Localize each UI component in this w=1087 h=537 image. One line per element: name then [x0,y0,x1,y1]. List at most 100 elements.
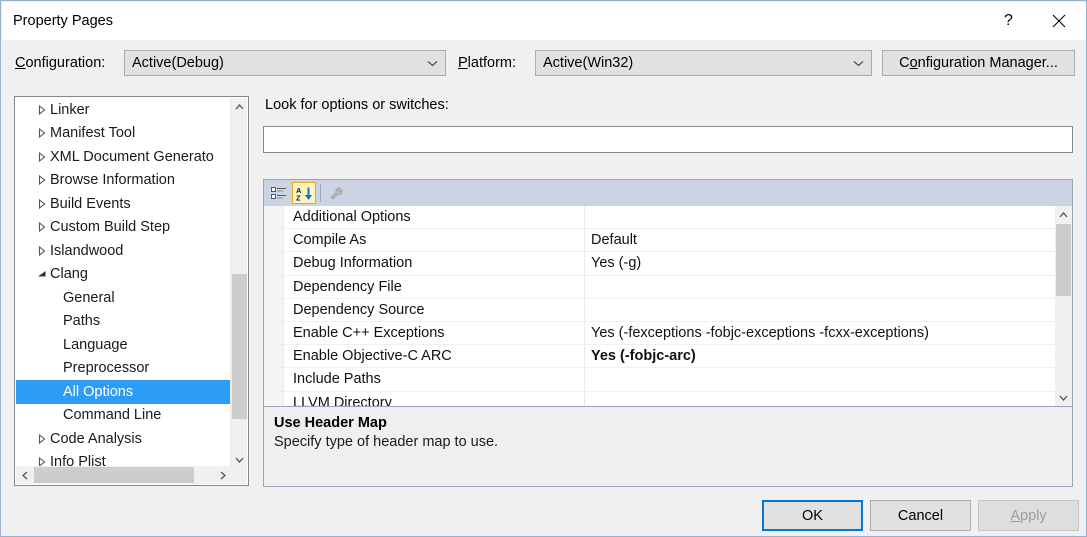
property-value[interactable]: Yes (-g) [585,252,1055,274]
property-grid: A Z Additional OptionsCompile AsDefaultD… [263,179,1073,487]
property-pages-button[interactable] [325,182,349,204]
tree-indent [16,145,33,169]
property-row[interactable]: Dependency File [264,276,1055,299]
tree-item-xml-document-generato[interactable]: XML Document Generato [16,145,232,169]
tree-item-label: All Options [63,384,133,400]
property-row-gutter [264,206,284,228]
scroll-left-button[interactable] [16,466,34,484]
grid-scrollbar-thumb[interactable] [1056,224,1071,296]
property-value[interactable] [585,276,1055,298]
property-value[interactable]: Yes (-fexceptions -fobjc-exceptions -fcx… [585,322,1055,344]
tree-item-paths[interactable]: Paths [16,310,232,334]
grid-vertical-scrollbar[interactable] [1055,206,1072,406]
property-row[interactable]: Enable C++ ExceptionsYes (-fexceptions -… [264,322,1055,345]
tree-item-label: Islandwood [50,243,123,259]
property-row[interactable]: Enable Objective-C ARCYes (-fobjc-arc) [264,345,1055,368]
help-button[interactable]: ? [986,2,1031,40]
apply-button[interactable]: Apply [978,500,1079,531]
categorized-view-icon [271,186,287,201]
categorized-view-button[interactable] [267,182,291,204]
page-title: Property Pages [13,13,113,29]
tree-item-label: Language [63,337,128,353]
tree-expander-collapsed-icon[interactable] [33,175,50,185]
grid-scroll-up-button[interactable] [1055,206,1072,223]
alphabetical-sort-button[interactable]: A Z [292,182,316,204]
tree-item-label: Build Events [50,196,131,212]
tree-expander-collapsed-icon[interactable] [33,128,50,138]
property-name: LLVM Directory [284,392,585,407]
tree-item-general[interactable]: General [16,286,232,310]
configuration-manager-button[interactable]: Configuration Manager... [882,50,1075,76]
tree-expander-collapsed-icon[interactable] [33,199,50,209]
tree-indent [16,286,63,310]
tree-item-code-analysis[interactable]: Code Analysis [16,427,232,451]
property-value[interactable]: Default [585,229,1055,251]
property-name: Dependency File [284,276,585,298]
tree-scrollbar-thumb[interactable] [232,274,247,419]
tree-item-build-events[interactable]: Build Events [16,192,232,216]
chevron-down-icon [419,60,445,67]
tree-horizontal-scrollbar[interactable] [16,466,232,484]
property-row[interactable]: Dependency Source [264,299,1055,322]
property-value[interactable] [585,206,1055,228]
tree-item-preprocessor[interactable]: Preprocessor [16,357,232,381]
configuration-combo[interactable]: Active(Debug) [124,50,446,76]
tree-item-browse-information[interactable]: Browse Information [16,169,232,193]
chevron-right-icon [220,471,226,480]
scroll-up-button[interactable] [231,98,248,115]
tree-indent [16,169,33,193]
tree-vertical-scrollbar[interactable] [230,98,247,468]
grid-scroll-down-button[interactable] [1055,389,1072,406]
platform-label: Platform: [458,55,516,71]
chevron-up-icon [1059,212,1068,218]
tree-item-all-options[interactable]: All Options [16,380,232,404]
tree-expander-collapsed-icon[interactable] [33,434,50,444]
property-row[interactable]: Compile AsDefault [264,229,1055,252]
property-name: Debug Information [284,252,585,274]
tree-item-islandwood[interactable]: Islandwood [16,239,232,263]
tree-item-language[interactable]: Language [16,333,232,357]
tree-item-clang[interactable]: Clang [16,263,232,287]
property-value[interactable]: Yes (-fobjc-arc) [585,345,1055,367]
tree-item-command-line[interactable]: Command Line [16,404,232,428]
search-input[interactable] [263,126,1073,153]
chevron-down-icon [235,457,244,463]
property-row-gutter [264,252,284,274]
property-value[interactable] [585,299,1055,321]
tree-expander-collapsed-icon[interactable] [33,246,50,256]
tree-indent [16,310,63,334]
platform-combo-value: Active(Win32) [536,55,845,71]
property-row[interactable]: Debug InformationYes (-g) [264,252,1055,275]
property-row[interactable]: LLVM Directory [264,392,1055,407]
tree-item-label: General [63,290,115,306]
tree-item-label: Clang [50,266,88,282]
tree-item-custom-build-step[interactable]: Custom Build Step [16,216,232,240]
property-description-panel: Use Header Map Specify type of header ma… [264,406,1072,486]
tree-hscrollbar-thumb[interactable] [34,467,194,483]
chevron-down-icon [1059,395,1068,401]
tree-expander-collapsed-icon[interactable] [33,105,50,115]
tree-indent [16,192,33,216]
property-value[interactable] [585,392,1055,407]
chevron-down-icon [845,60,871,67]
tree-indent [16,427,33,451]
scrollbar-corner [230,466,247,484]
property-row[interactable]: Additional Options [264,206,1055,229]
search-label: Look for options or switches: [265,97,449,113]
tree-item-label: Command Line [63,407,161,423]
tree-item-manifest-tool[interactable]: Manifest Tool [16,122,232,146]
tree-item-linker[interactable]: Linker [16,98,232,122]
tree-indent [16,239,33,263]
property-grid-toolbar: A Z [264,180,1072,206]
property-name: Enable Objective-C ARC [284,345,585,367]
close-button[interactable] [1036,2,1081,40]
tree-expander-collapsed-icon[interactable] [33,152,50,162]
tree-expander-collapsed-icon[interactable] [33,222,50,232]
ok-button[interactable]: OK [762,500,863,531]
property-row[interactable]: Include Paths [264,368,1055,391]
tree-expander-expanded-icon[interactable] [33,270,50,278]
platform-combo[interactable]: Active(Win32) [535,50,872,76]
tree-item-label: Code Analysis [50,431,142,447]
cancel-button[interactable]: Cancel [870,500,971,531]
property-value[interactable] [585,368,1055,390]
